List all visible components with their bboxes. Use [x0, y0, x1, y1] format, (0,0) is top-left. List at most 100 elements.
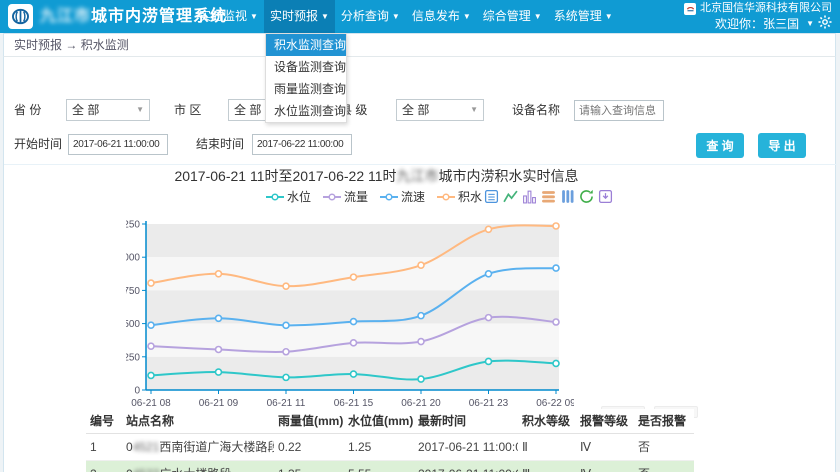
export-button[interactable]: 导 出	[758, 133, 806, 158]
svg-text:06-21 15: 06-21 15	[334, 398, 374, 409]
legend-marker-icon	[380, 192, 398, 202]
breadcrumb: 实时预报 → 积水监测	[3, 33, 836, 57]
top-bar-right: 北京国信华源科技有限公司 欢迎你：张三国 ▼	[684, 1, 832, 32]
app-window: 九江市城市内涝管理系统 实时监视▼实时预报▼分析查询▼信息发布▼综合管理▼系统管…	[0, 0, 840, 472]
cell-time: 2017-06-21 11:00:00	[414, 460, 518, 472]
top-bar: 九江市城市内涝管理系统 实时监视▼实时预报▼分析查询▼信息发布▼综合管理▼系统管…	[0, 0, 840, 33]
device-name-input[interactable]	[574, 100, 664, 121]
chevron-down-icon: ▼	[392, 12, 400, 21]
nav-item-2[interactable]: 分析查询▼	[335, 0, 406, 33]
table-header-row: 编号站点名称雨量值(mm)水位值(mm)最新时间积水等级报警等级是否报警	[86, 409, 694, 433]
cell-station-name: 04521西南街道广海大楼路段	[122, 433, 274, 460]
chart-title-redacted: 九江市	[397, 166, 439, 186]
line-chart: 02505007501,0001,25006-21 0806-21 0906-2…	[126, 215, 574, 420]
cell-ponding-level: Ⅲ	[518, 460, 576, 472]
dropdown-item-3[interactable]: 水位监测查询	[266, 100, 346, 122]
legend-marker-icon	[437, 192, 455, 202]
legend-marker-icon	[266, 192, 284, 202]
cell-ponding-level: Ⅱ	[518, 433, 576, 460]
legend-item-流速[interactable]: 流速	[380, 188, 425, 205]
table-header-5: 积水等级	[518, 409, 576, 433]
chevron-down-icon[interactable]: ▼	[806, 16, 814, 32]
breadcrumb-current: 积水监测	[81, 38, 129, 52]
app-logo-icon	[8, 4, 33, 29]
cell-id: 2	[86, 460, 122, 472]
query-button[interactable]: 查 询	[696, 133, 744, 158]
content-panel: 省 份 全 部▼ 市 区 全 部▼ 县 级 全 部▼ 设备名称 开始时间 结束时…	[3, 57, 836, 472]
table-header-6: 报警等级	[576, 409, 634, 433]
breadcrumb-parent[interactable]: 实时预报	[14, 38, 62, 52]
table-row[interactable]: 204522广水大楼路段1.355.552017-06-21 11:00:00Ⅲ…	[86, 460, 694, 472]
table-header-2: 雨量值(mm)	[274, 409, 344, 433]
station-table: 编号站点名称雨量值(mm)水位值(mm)最新时间积水等级报警等级是否报警 104…	[86, 409, 694, 472]
cell-station-name: 04522广水大楼路段	[122, 460, 274, 472]
table-row[interactable]: 104521西南街道广海大楼路段0.221.252017-06-21 11:00…	[86, 433, 694, 460]
county-select[interactable]: 全 部▼	[396, 99, 484, 121]
chart-toolbox	[484, 189, 613, 204]
chevron-down-icon: ▼	[321, 12, 329, 21]
restore-icon[interactable]	[579, 189, 594, 204]
nav-dropdown-menu: 积水监测查询设备监测查询雨量监测查询水位监测查询	[265, 33, 347, 123]
table-header-1: 站点名称	[122, 409, 274, 433]
cell-is-alarm: 否	[634, 433, 694, 460]
cell-is-alarm: 否	[634, 460, 694, 472]
end-time-input[interactable]	[252, 134, 352, 155]
nav-item-5[interactable]: 系统管理▼	[548, 0, 619, 33]
table-header-3: 水位值(mm)	[344, 409, 414, 433]
chart-legend: 水位 流量 流速 积水	[4, 188, 744, 205]
legend-marker-icon	[323, 192, 341, 202]
breadcrumb-arrow-icon: →	[65, 38, 77, 52]
chevron-down-icon: ▼	[250, 12, 258, 21]
bar-chart-icon[interactable]	[522, 189, 537, 204]
chevron-down-icon: ▼	[470, 100, 478, 120]
company-logo-icon	[684, 3, 696, 15]
company-line: 北京国信华源科技有限公司	[684, 1, 832, 16]
table-header-0: 编号	[86, 409, 122, 433]
station-code-redacted: 4521	[133, 440, 160, 454]
app-title-redacted: 九江市	[40, 0, 91, 33]
svg-text:06-21 11: 06-21 11	[267, 398, 306, 409]
svg-text:500: 500	[126, 319, 140, 330]
svg-text:06-21 20: 06-21 20	[401, 398, 441, 409]
svg-text:0: 0	[134, 386, 140, 397]
cell-rain: 0.22	[274, 433, 344, 460]
county-label: 县 级	[340, 99, 388, 121]
chevron-down-icon: ▼	[463, 12, 471, 21]
nav-item-3[interactable]: 信息发布▼	[406, 0, 477, 33]
save-image-icon[interactable]	[598, 189, 613, 204]
svg-text:06-21 23: 06-21 23	[469, 398, 509, 409]
end-time-label: 结束时间	[196, 133, 244, 155]
gear-icon[interactable]	[818, 15, 832, 33]
company-name: 北京国信华源科技有限公司	[700, 1, 832, 16]
dropdown-item-2[interactable]: 雨量监测查询	[266, 78, 346, 100]
svg-text:06-22 09: 06-22 09	[536, 398, 574, 409]
province-label: 省 份	[14, 99, 62, 121]
nav-item-0[interactable]: 实时监视▼	[193, 0, 264, 33]
cell-rain: 1.35	[274, 460, 344, 472]
start-time-label: 开始时间	[14, 133, 62, 155]
dropdown-item-0[interactable]: 积水监测查询	[266, 34, 346, 56]
cell-id: 1	[86, 433, 122, 460]
chevron-down-icon: ▼	[136, 100, 144, 120]
svg-text:750: 750	[126, 286, 140, 297]
table-header-7: 是否报警	[634, 409, 694, 433]
nav-item-1[interactable]: 实时预报▼	[264, 0, 335, 33]
city-label: 市 区	[174, 99, 222, 121]
divider	[4, 164, 837, 165]
province-select[interactable]: 全 部▼	[66, 99, 150, 121]
station-code-redacted: 4522	[133, 467, 160, 472]
line-chart-icon[interactable]	[503, 189, 518, 204]
legend-item-积水[interactable]: 积水	[437, 188, 482, 205]
welcome-text: 欢迎你：	[715, 16, 763, 32]
cell-water: 1.25	[344, 433, 414, 460]
nav-item-4[interactable]: 综合管理▼	[477, 0, 548, 33]
dropdown-item-1[interactable]: 设备监测查询	[266, 56, 346, 78]
tiled-icon[interactable]	[560, 189, 575, 204]
username[interactable]: 张三国	[763, 16, 799, 32]
legend-item-水位[interactable]: 水位	[266, 188, 311, 205]
stack-icon[interactable]	[541, 189, 556, 204]
device-name-label: 设备名称	[512, 99, 560, 121]
start-time-input[interactable]	[68, 134, 168, 155]
legend-item-流量[interactable]: 流量	[323, 188, 368, 205]
data-view-icon[interactable]	[484, 189, 499, 204]
